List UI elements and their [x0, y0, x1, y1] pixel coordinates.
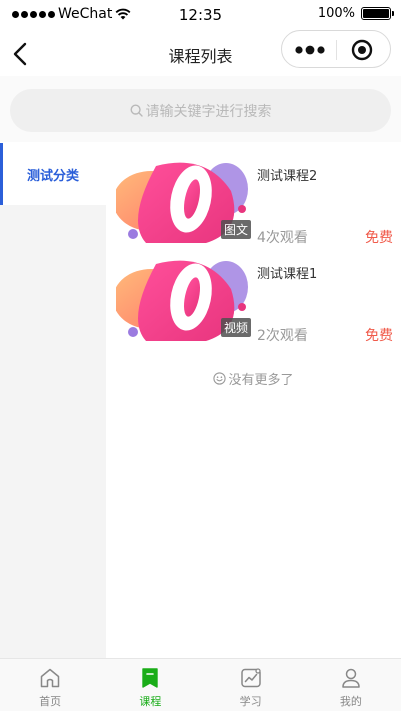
tab-label: 课程	[139, 695, 162, 708]
search-icon	[129, 104, 143, 117]
course-type-tag: 视频	[220, 318, 251, 337]
tab-home[interactable]: 首页	[0, 659, 100, 711]
course-views: 2次观看	[257, 328, 308, 344]
course-type-tag: 图文	[220, 220, 251, 239]
list-end-text: 没有更多了	[228, 373, 294, 388]
category-item-test[interactable]: 测试分类	[0, 143, 106, 205]
course-thumbnail: 视频	[116, 259, 251, 341]
course-price: 免费	[365, 328, 393, 344]
category-sidebar: 测试分类	[0, 143, 106, 658]
course-title: 测试课程1	[257, 267, 318, 282]
user-icon	[342, 668, 360, 688]
more-dots-icon[interactable]	[294, 42, 326, 58]
search-input[interactable]: 请输关键字进行搜索	[10, 89, 391, 132]
status-right: 100%	[317, 6, 394, 21]
tab-label: 我的	[339, 695, 362, 708]
search-area: 请输关键字进行搜索	[0, 76, 401, 142]
course-thumbnail: 图文	[116, 161, 251, 243]
battery-percent: 100%	[317, 6, 355, 21]
capsule-divider	[336, 40, 337, 60]
tab-study[interactable]: 学习	[201, 659, 301, 711]
chart-icon	[240, 668, 261, 688]
nav-bar: 课程列表	[0, 30, 401, 76]
course-item[interactable]: 图文 测试课程2 4次观看 免费	[106, 143, 401, 246]
battery-icon	[361, 7, 394, 20]
home-icon	[40, 668, 60, 688]
tab-courses[interactable]: 课程	[100, 659, 200, 711]
tab-label: 首页	[39, 695, 62, 708]
bookmark-icon	[142, 668, 159, 688]
smiley-icon	[213, 372, 227, 385]
tab-bar: 首页 课程 学习 我的	[0, 658, 401, 711]
menu-capsule	[281, 30, 391, 68]
course-item[interactable]: 视频 测试课程1 2次观看 免费	[106, 241, 401, 344]
tab-label: 学习	[239, 695, 262, 708]
search-placeholder: 请输关键字进行搜索	[145, 103, 272, 120]
tab-profile[interactable]: 我的	[301, 659, 401, 711]
course-title: 测试课程2	[257, 169, 318, 184]
category-label: 测试分类	[26, 169, 79, 184]
list-end-message: 没有更多了	[106, 369, 401, 388]
status-bar: WeChat 12:35 100%	[0, 0, 401, 30]
target-icon[interactable]	[351, 39, 373, 61]
course-list: 图文 测试课程2 4次观看 免费 视频 测试课程1 2次观看 免费 没有更多了	[106, 143, 401, 658]
